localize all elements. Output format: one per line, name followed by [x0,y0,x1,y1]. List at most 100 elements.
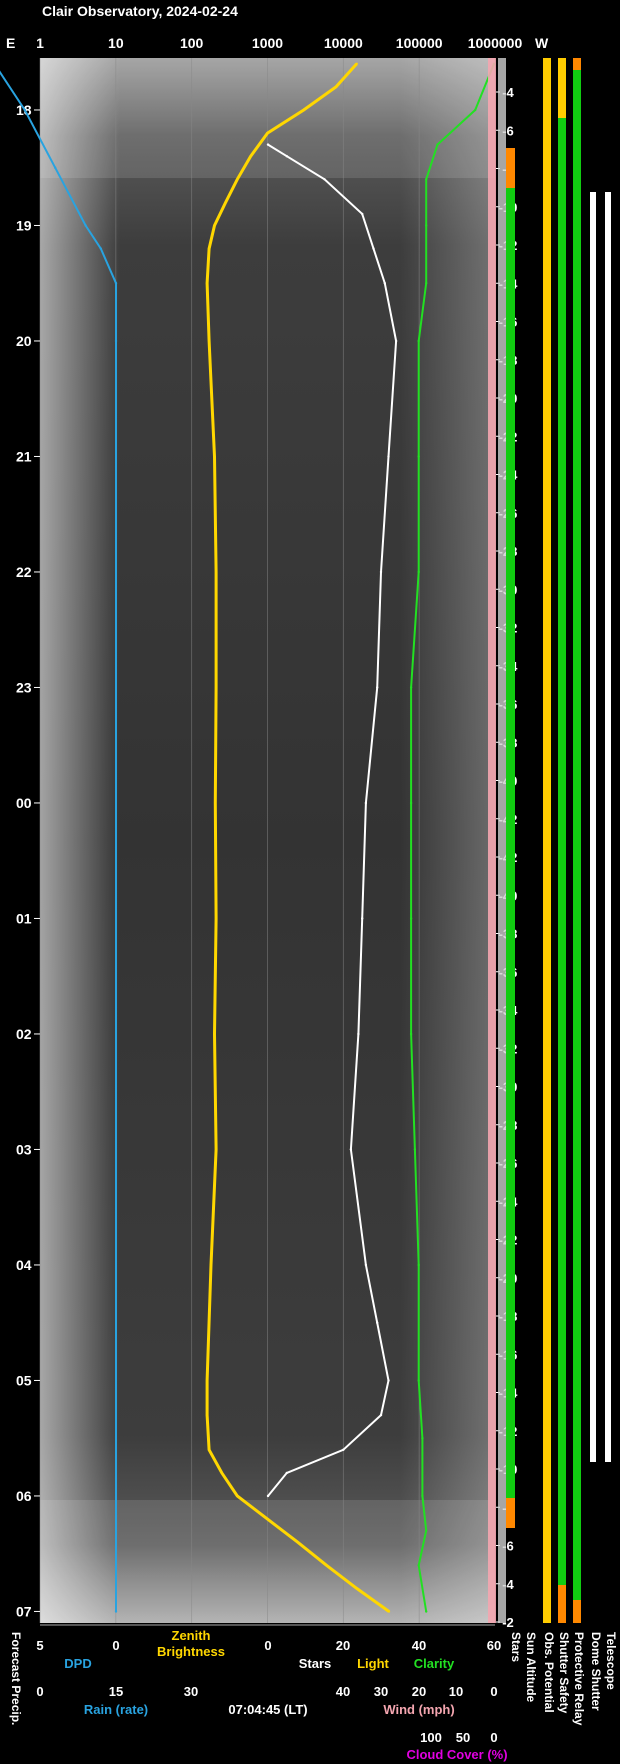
wind-strip [488,58,496,1623]
series-point [361,212,364,216]
series-point [417,1379,420,1382]
series-point [383,282,386,285]
series-point [357,1032,360,1036]
time-tick-label: 22 [16,564,32,580]
top-tick-label: 1000000 [468,35,523,51]
series-point [213,224,216,227]
series-point [213,1032,216,1036]
series-point [285,155,288,158]
cloud-tick-0: 0 [490,1730,497,1745]
time-tick-label: 07 [16,1603,32,1619]
series-point [285,1471,288,1475]
series-point [425,1529,428,1532]
series-point [425,282,428,285]
stars-strip [498,58,506,1623]
series-point [417,1564,420,1567]
time-tick-label: 01 [16,910,32,926]
series-point [207,1448,211,1452]
dome-shutter-strip [590,192,596,1462]
series-point [214,801,217,805]
wind-tick-10: 10 [449,1684,463,1699]
top-tick-label: 1 [36,35,44,51]
rain-tick-0: 0 [36,1684,43,1699]
series-point [334,85,338,89]
wind-tick-30: 30 [374,1684,388,1699]
clarity-label: Clarity [414,1656,455,1671]
top-tick-label: 10000 [324,35,363,51]
top-tick-label: 10 [108,35,124,51]
series-point [214,1148,218,1151]
series-point [236,178,239,181]
status-label: Telescope [604,1632,618,1690]
time-tick-label: 02 [16,1026,32,1042]
series-point [413,1148,417,1151]
series-point [207,339,211,343]
series-point [409,686,413,689]
series-point [224,201,227,204]
time-tick-label: 21 [16,448,32,464]
series-point [302,108,305,112]
series-point [325,1564,328,1567]
rain-tick-30: 30 [184,1684,198,1699]
series-point [214,917,218,920]
series-point [349,1148,353,1151]
shutter-safety-top [558,58,566,118]
series-point [376,1321,379,1324]
series-point [379,1413,383,1417]
time-tick-label: 20 [16,333,32,349]
time-axis: 1819202122230001020304050607 [16,102,40,1619]
shutter-safety-strip [558,58,566,1623]
cloud-tick-100: 100 [420,1730,442,1745]
series-point [23,108,26,112]
stars-tick-0: 0 [264,1638,271,1653]
series-point [361,917,364,920]
series-point [296,1541,299,1544]
sky-chart: Clair Observatory, 2024-02-24 E W 1 10 100… [0,3,618,1762]
status-label: Protective Relay [572,1632,586,1726]
top-tick-label: 1000 [252,35,283,51]
series-point [417,455,420,458]
series-point [214,570,218,574]
series-point [364,1263,368,1267]
status-label: Shutter Safety [557,1632,571,1714]
series-point [355,1587,358,1590]
sun-altitude-strip-top [506,148,515,188]
sun-altitude-strip [506,148,515,1508]
top-log-axis: 1 10 100 1000 10000 100000 1000000 [36,35,522,51]
series-point [421,1494,424,1498]
time-tick-label: 23 [16,679,32,695]
west-label: W [535,35,549,51]
series-point [266,1517,269,1521]
series-point [425,1610,428,1613]
series-point [266,131,269,135]
sun-altitude-strip-bottom [506,1498,515,1528]
wind-label: Wind (mph) [383,1702,454,1717]
cloud-label: Cloud Cover (%) [406,1747,507,1762]
series-point [323,178,326,181]
series-point [99,247,103,250]
series-point [114,339,118,343]
east-label: E [6,35,15,51]
cloud-tick-50: 50 [456,1730,470,1745]
zenith-label-2: Brightness [157,1644,225,1659]
series-point [342,1448,345,1452]
series-point [425,224,428,227]
top-tick-label: 100000 [396,35,443,51]
series-point [417,1263,420,1267]
protective-relay-bottom [573,1600,581,1623]
dpd-label: DPD [64,1656,91,1671]
series-point [84,224,87,227]
series-point [409,1032,413,1036]
series-point [220,1471,223,1475]
status-label: Forecast Precip. [9,1632,23,1725]
series-point [421,1437,424,1440]
series-point [425,178,428,181]
stars-tick-40: 40 [412,1638,426,1653]
status-label: Obs. Potential [542,1632,556,1713]
series-point [236,1494,239,1498]
zenith-label-1: Zenith [172,1628,211,1643]
series-point [387,455,390,458]
protective-relay-top [573,58,581,70]
series-point [54,166,57,169]
series-point [417,570,420,574]
